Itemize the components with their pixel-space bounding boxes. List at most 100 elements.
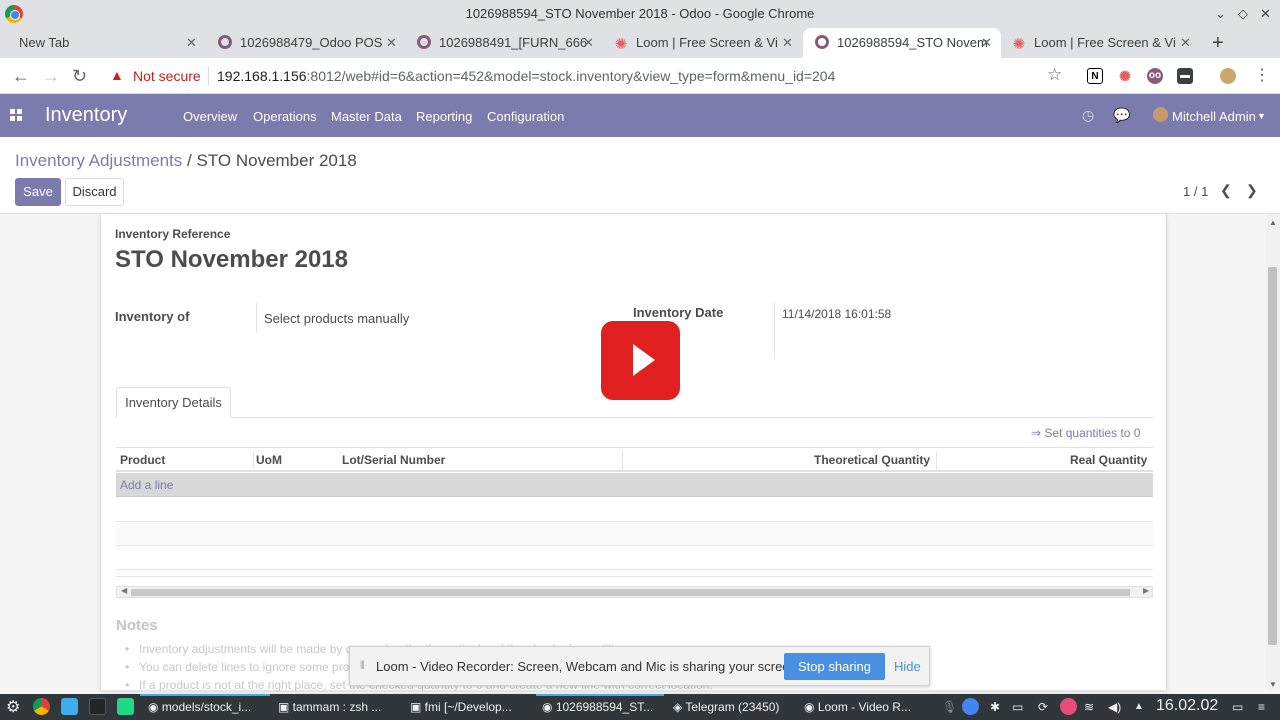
inventory-of-field[interactable]: Select products manually — [264, 311, 409, 326]
discard-button[interactable]: Discard — [65, 178, 124, 206]
tab-close-icon[interactable]: ✕ — [1180, 28, 1191, 58]
tab-furn[interactable]: 1026988491_[FURN_666 ✕ — [405, 28, 603, 58]
menu-configuration[interactable]: Configuration — [487, 109, 564, 124]
mic-icon[interactable]: 🎙 — [942, 700, 957, 714]
activity-clock-icon[interactable]: ◷ — [1082, 107, 1094, 124]
tab-sto-active[interactable]: 1026988594_STO Novem ✕ — [803, 28, 1001, 58]
drag-handle-icon[interactable]: ⦀ — [360, 660, 365, 673]
table-horizontal-scrollbar[interactable]: ◀ ▶ — [116, 586, 1153, 598]
page-vertical-scrollbar[interactable]: ▲ ▼ — [1266, 214, 1280, 690]
clipboard-icon[interactable]: ▭ — [1012, 700, 1023, 714]
inventory-date-field[interactable]: 11/14/2018 16:01:58 — [782, 307, 891, 321]
tab-new-tab[interactable]: New Tab ✕ — [0, 28, 205, 58]
stop-sharing-button[interactable]: Stop sharing — [784, 653, 885, 680]
menu-icon[interactable]: ≡ — [1258, 700, 1265, 714]
set-quantities-link[interactable]: ⇒ Set quantities to 0 — [1031, 426, 1140, 440]
tab-close-icon[interactable]: ✕ — [981, 28, 992, 58]
caret-down-icon[interactable]: ▼ — [1257, 111, 1266, 121]
col-uom[interactable]: UoM — [256, 453, 282, 467]
bookmark-star-icon[interactable]: ☆ — [1047, 65, 1062, 85]
col-product[interactable]: Product — [120, 453, 165, 467]
reload-icon[interactable]: ↻ — [72, 66, 87, 86]
taskbar-item[interactable]: ▣ fmi [~/Develop... — [410, 700, 512, 714]
chat-icon[interactable]: 💬 — [1113, 107, 1130, 124]
tab-strip: New Tab ✕ 1026988479_Odoo POS ✕ 10269884… — [0, 28, 1280, 58]
breadcrumb-current: STO November 2018 — [196, 151, 357, 170]
scroll-up-icon[interactable]: ▲ — [1269, 218, 1277, 227]
tab-odoo-pos[interactable]: 1026988479_Odoo POS ✕ — [206, 28, 404, 58]
taskbar-item[interactable]: ◉ Loom - Video R... — [804, 700, 911, 714]
address-bar[interactable]: ▲ Not secure 192.168.1.156:8012/web#id=6… — [101, 63, 1073, 89]
security-label[interactable]: Not secure — [133, 68, 201, 84]
forward-icon[interactable]: → — [42, 66, 60, 86]
menu-operations[interactable]: Operations — [253, 109, 317, 124]
app-launcher-icon[interactable]: ⚙ — [6, 697, 20, 717]
volume-icon[interactable]: ◀) — [1108, 700, 1121, 714]
close-window-icon[interactable]: ✕ — [1260, 0, 1271, 27]
tab-loom-1[interactable]: ✺ Loom | Free Screen & Vi ✕ — [604, 28, 802, 58]
pager-prev-icon[interactable]: ❮ — [1220, 182, 1232, 199]
scrollbar-thumb[interactable] — [131, 589, 1130, 596]
video-play-button-icon[interactable] — [601, 321, 680, 400]
scroll-right-icon[interactable]: ▶ — [1143, 586, 1149, 595]
maximize-icon[interactable]: ◇ — [1238, 0, 1248, 27]
table-header: Product UoM Lot/Serial Number Theoretica… — [116, 447, 1153, 472]
scroll-down-icon[interactable]: ▼ — [1269, 680, 1277, 689]
loom-extension-icon[interactable]: ✺ — [1117, 68, 1133, 84]
menu-reporting[interactable]: Reporting — [416, 109, 472, 124]
terminal-icon[interactable] — [89, 698, 106, 715]
file-manager-icon[interactable] — [61, 698, 78, 715]
bluetooth-icon[interactable]: ✱ — [990, 700, 1000, 714]
scrollbar-thumb[interactable] — [1268, 267, 1277, 645]
menu-master-data[interactable]: Master Data — [331, 109, 402, 124]
tab-label: New Tab — [19, 35, 70, 50]
update-icon[interactable]: ⟳ — [1038, 700, 1048, 714]
odoo-extension-icon[interactable]: oo — [1147, 68, 1163, 84]
taskbar-item[interactable]: ◈ Telegram (23450) — [673, 700, 779, 714]
chrome-menu-icon[interactable]: ⋮ — [1254, 66, 1270, 86]
inventory-of-label: Inventory of — [115, 309, 190, 324]
chrome-tray-icon[interactable] — [962, 698, 979, 715]
tab-close-icon[interactable]: ✕ — [782, 28, 793, 58]
tab-loom-2[interactable]: ✺ Loom | Free Screen & Vi ✕ — [1002, 28, 1200, 58]
url-text[interactable]: 192.168.1.156:8012/web#id=6&action=452&m… — [217, 68, 835, 84]
tray-app-icon[interactable] — [1060, 698, 1077, 715]
new-tab-icon[interactable]: + — [1212, 28, 1232, 58]
tab-close-icon[interactable]: ✕ — [386, 28, 397, 58]
tab-close-icon[interactable]: ✕ — [583, 28, 594, 58]
taskbar-item[interactable]: ◉ models/stock_i... — [148, 700, 251, 714]
show-desktop-icon[interactable]: ▭ — [1232, 700, 1243, 714]
minimize-icon[interactable]: ⌄ — [1215, 0, 1226, 27]
add-line-link[interactable]: Add a line — [120, 478, 173, 492]
clock[interactable]: 16.02.02 — [1156, 697, 1218, 715]
table-row — [116, 498, 1153, 522]
pager-value[interactable]: 1 / 1 — [1183, 184, 1208, 199]
scroll-left-icon[interactable]: ◀ — [121, 586, 127, 595]
col-theoretical-qty[interactable]: Theoretical Quantity — [814, 453, 930, 467]
user-menu[interactable]: Mitchell Admin — [1172, 109, 1256, 124]
menu-overview[interactable]: Overview — [183, 109, 237, 124]
hide-banner-link[interactable]: Hide — [894, 659, 921, 674]
profile-avatar-icon[interactable] — [1220, 68, 1236, 84]
user-avatar[interactable] — [1153, 107, 1168, 122]
chrome-icon[interactable] — [33, 698, 50, 715]
app-name[interactable]: Inventory — [45, 104, 127, 127]
tray-expand-icon[interactable]: ▲ — [1134, 701, 1144, 712]
back-icon[interactable]: ← — [12, 66, 30, 86]
notion-extension-icon[interactable]: N — [1087, 68, 1103, 84]
pager-next-icon[interactable]: ❯ — [1246, 182, 1258, 199]
inventory-reference-value[interactable]: STO November 2018 — [115, 246, 348, 274]
odoo-icon — [218, 35, 232, 49]
breadcrumb-parent-link[interactable]: Inventory Adjustments — [15, 151, 182, 170]
wifi-icon[interactable]: ≋ — [1084, 700, 1094, 714]
apps-grid-icon[interactable] — [10, 109, 22, 121]
taskbar-item[interactable]: ▣ tammam : zsh ... — [278, 700, 381, 714]
col-lot-serial[interactable]: Lot/Serial Number — [342, 453, 445, 467]
tab-inventory-details[interactable]: Inventory Details — [116, 387, 231, 418]
pycharm-icon[interactable] — [117, 698, 134, 715]
save-button[interactable]: Save — [15, 178, 61, 206]
taskbar-item[interactable]: ◉ 1026988594_ST... — [542, 700, 653, 714]
col-real-qty[interactable]: Real Quantity — [1070, 453, 1147, 467]
tab-close-icon[interactable]: ✕ — [186, 28, 197, 58]
menu-extension-icon[interactable]: ▬ — [1177, 68, 1193, 84]
